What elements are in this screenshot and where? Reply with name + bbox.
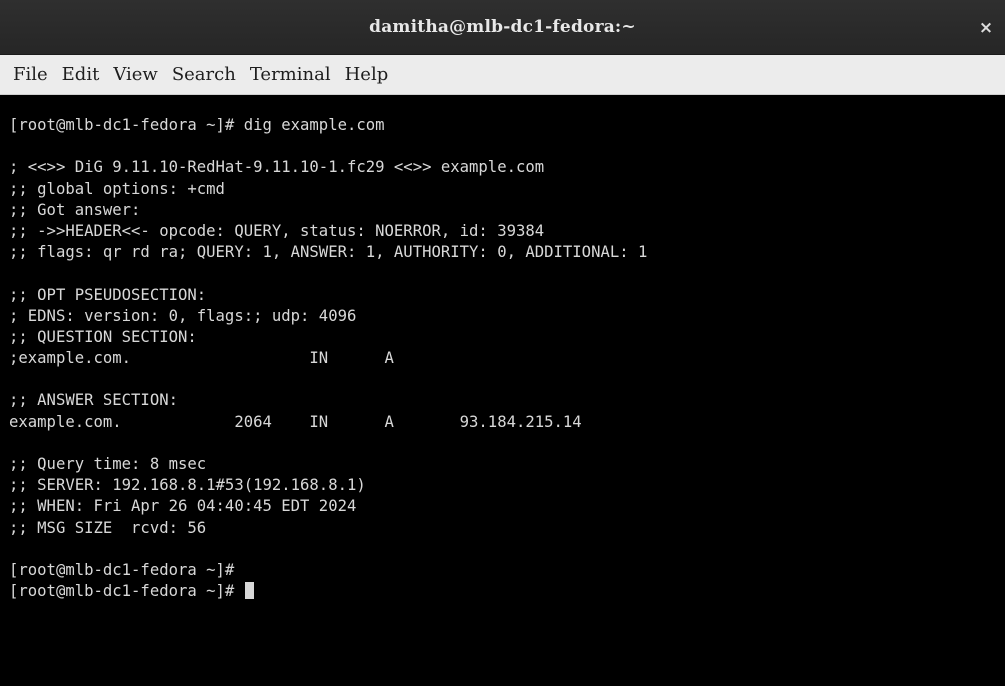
terminal-line: ; <<>> DiG 9.11.10-RedHat-9.11.10-1.fc29…: [9, 158, 545, 177]
terminal-line: ;; SERVER: 192.168.8.1#53(192.168.8.1): [9, 476, 366, 495]
terminal-line: ;; QUESTION SECTION:: [9, 327, 197, 346]
terminal-line: ;; ->>HEADER<<- opcode: QUERY, status: N…: [9, 221, 545, 240]
terminal-line: [root@mlb-dc1-fedora ~]# dig example.com: [9, 116, 385, 134]
terminal-line: ;; WHEN: Fri Apr 26 04:40:45 EDT 2024: [9, 497, 357, 516]
terminal-line: [root@mlb-dc1-fedora ~]#: [9, 560, 235, 579]
menu-file[interactable]: File: [6, 64, 55, 85]
terminal-line: ;; OPT PSEUDOSECTION:: [9, 285, 207, 304]
terminal-line: ;; ANSWER SECTION:: [9, 391, 178, 410]
menu-bar: File Edit View Search Terminal Help: [0, 55, 1005, 95]
terminal-line: example.com. 2064 IN A 93.184.215.14: [9, 412, 582, 431]
title-bar[interactable]: damitha@mlb-dc1-fedora:~ ×: [0, 0, 1005, 55]
close-icon[interactable]: ×: [975, 17, 997, 39]
terminal-line: ;; Got answer:: [9, 200, 141, 219]
terminal-line: ;example.com. IN A: [9, 349, 394, 368]
terminal-line: ;; MSG SIZE rcvd: 56: [9, 518, 207, 537]
menu-help[interactable]: Help: [338, 64, 396, 85]
menu-view[interactable]: View: [106, 64, 165, 85]
terminal-line: ;; flags: qr rd ra; QUERY: 1, ANSWER: 1,…: [9, 243, 648, 262]
menu-edit[interactable]: Edit: [55, 64, 107, 85]
terminal-window: damitha@mlb-dc1-fedora:~ × File Edit Vie…: [0, 0, 1005, 686]
text-cursor: [244, 582, 254, 600]
menu-search[interactable]: Search: [165, 64, 243, 85]
terminal-prompt-line: [root@mlb-dc1-fedora ~]#: [9, 581, 1005, 602]
terminal-line: ;; global options: +cmd: [9, 179, 225, 198]
terminal-output[interactable]: [root@mlb-dc1-fedora ~]# dig example.com…: [0, 95, 1005, 686]
window-title: damitha@mlb-dc1-fedora:~: [369, 17, 636, 37]
terminal-line: ;; Query time: 8 msec: [9, 455, 207, 473]
terminal-line: ; EDNS: version: 0, flags:; udp: 4096: [9, 306, 357, 325]
prompt-text: [root@mlb-dc1-fedora ~]#: [9, 582, 235, 601]
menu-terminal[interactable]: Terminal: [243, 64, 338, 85]
